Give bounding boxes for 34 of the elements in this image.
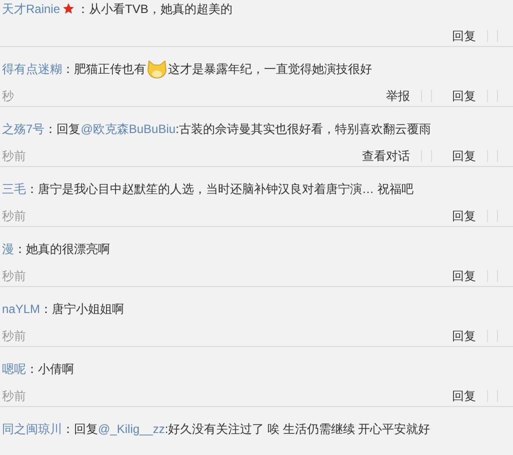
action-link[interactable]: 回复: [452, 387, 476, 405]
action-link[interactable]: 回复: [452, 87, 476, 105]
comment-text: 之殇7号：回复@欧克森BuBuBiu:古装的佘诗曼其实也很好看，特别喜欢翻云覆雨: [2, 122, 431, 136]
comment-text: 漫：她真的很漂亮啊: [2, 242, 110, 256]
timestamp: 秒前: [1, 329, 26, 343]
mention-link[interactable]: @_Kilig__zz: [98, 422, 165, 436]
action-link[interactable]: 回复: [452, 147, 476, 165]
timestamp: 秒: [1, 89, 14, 103]
comment-text: 同之闽琼川：回复@_Kilig__zz:好久没有关注过了 唉 生活仍需继续 开心平安就好: [2, 422, 430, 436]
user-link[interactable]: 同之闽琼川: [2, 422, 62, 436]
comment-text: 嗯呢：小倩啊: [2, 362, 74, 376]
user-link[interactable]: 漫: [2, 242, 14, 256]
action-link[interactable]: 回复: [452, 207, 476, 225]
user-link[interactable]: 得有点迷糊: [2, 62, 62, 76]
timestamp: 秒前: [1, 209, 26, 223]
user-link[interactable]: 嗯呢: [2, 362, 26, 376]
action-link[interactable]: 举报: [386, 87, 410, 105]
user-link[interactable]: 之殇7号: [2, 122, 45, 136]
timestamp: 秒前: [1, 149, 26, 163]
comment-text: 天才Rainie ：从小看TVB，她真的超美的: [2, 2, 232, 16]
action-link[interactable]: 回复: [452, 267, 476, 285]
mention-link[interactable]: @欧克森BuBuBiu: [80, 122, 176, 136]
timestamp: 秒前: [1, 389, 26, 403]
action-link[interactable]: 回复: [452, 27, 476, 45]
comment-text: 三毛：唐宁是我心目中赵默笙的人选，当时还脑补钟汉良对着唐宁演… 祝福吧: [2, 182, 414, 196]
action-link[interactable]: 回复: [452, 327, 476, 345]
comment-text: 得有点迷糊：肥猫正传也有 这才是暴露年纪，一直觉得她演技很好: [2, 62, 372, 76]
timestamp: 秒前: [1, 269, 26, 283]
action-link[interactable]: 查看对话: [362, 147, 410, 165]
user-link[interactable]: naYLM: [2, 302, 40, 316]
emoji-icon: [146, 58, 168, 81]
user-link[interactable]: 天才Rainie: [2, 2, 60, 16]
user-link[interactable]: 三毛: [2, 182, 26, 196]
comment-text: naYLM：唐宁小姐姐啊: [2, 302, 124, 316]
